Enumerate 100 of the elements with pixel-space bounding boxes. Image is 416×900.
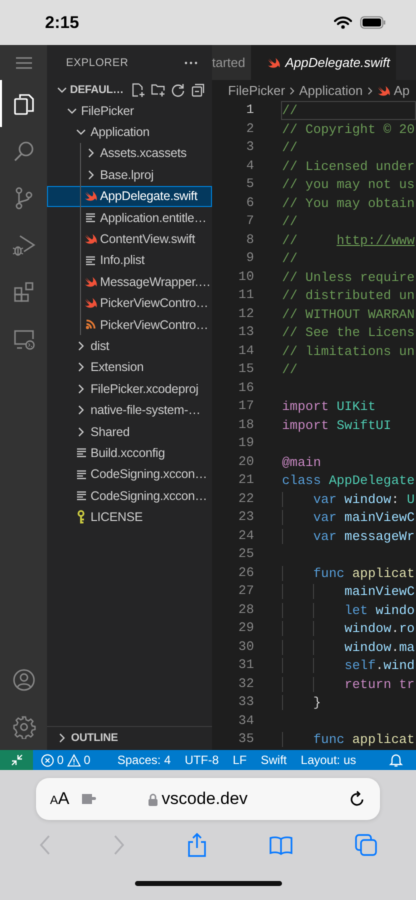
folder-item[interactable]: FilePicker.xcodeproj bbox=[47, 378, 212, 400]
folder-item[interactable]: Application bbox=[47, 121, 212, 143]
status-item[interactable]: LF bbox=[230, 753, 249, 767]
folder-item[interactable]: Base.lproj bbox=[47, 164, 212, 186]
file-item[interactable]: AppDelegate.swift bbox=[47, 186, 212, 207]
text-size-button[interactable]: AA bbox=[50, 789, 70, 809]
new-file-icon[interactable] bbox=[130, 83, 145, 97]
address-field[interactable]: vscode.dev bbox=[97, 789, 298, 809]
tabs-icon[interactable] bbox=[355, 834, 377, 856]
code-line: // WITHOUT WARRAN bbox=[281, 306, 416, 323]
file-item[interactable]: Build.xcconfig bbox=[47, 442, 212, 464]
line-number: 11 bbox=[237, 286, 254, 304]
status-item[interactable]: UTF-8 bbox=[182, 753, 221, 767]
refresh-icon[interactable] bbox=[170, 83, 185, 97]
folder-item[interactable]: FilePicker bbox=[47, 100, 212, 122]
search-icon[interactable] bbox=[12, 138, 36, 162]
problems-button[interactable]: 0 0 bbox=[38, 753, 94, 767]
code-line: import SwiftUI bbox=[281, 416, 392, 434]
code-line: func applicat bbox=[281, 564, 416, 582]
file-item[interactable]: CodeSigning.xccon… bbox=[47, 485, 212, 506]
remote-button[interactable] bbox=[0, 750, 33, 770]
code-line: // you may not us bbox=[281, 176, 416, 194]
file-item[interactable]: PickerViewContro… bbox=[47, 292, 212, 314]
code-line: import UIKit bbox=[281, 398, 377, 416]
code-line: var mainViewC bbox=[281, 508, 416, 526]
file-item[interactable]: Info.plist bbox=[47, 250, 212, 272]
code-line: // Licensed under bbox=[281, 158, 416, 175]
swift-file-icon bbox=[84, 233, 97, 246]
line-number: 20 bbox=[237, 452, 254, 470]
code-line: // bbox=[281, 139, 299, 156]
code-line: mainViewC bbox=[281, 582, 416, 600]
collapse-all-icon[interactable] bbox=[190, 83, 205, 97]
editor-tab[interactable]: AppDelegate.swift bbox=[251, 45, 396, 80]
file-item[interactable]: PickerViewContro… bbox=[47, 314, 212, 336]
text-file-icon bbox=[76, 447, 86, 458]
line-number: 2 bbox=[245, 120, 254, 138]
code-line: @main bbox=[281, 454, 322, 471]
editor-tab[interactable]: tarted bbox=[212, 45, 252, 80]
breadcrumb-item[interactable]: Application bbox=[299, 83, 363, 98]
line-number: 10 bbox=[237, 268, 254, 286]
breadcrumb-item[interactable]: FilePicker bbox=[228, 83, 286, 98]
line-number: 8 bbox=[245, 230, 254, 248]
code-line: let windo bbox=[281, 600, 416, 619]
line-number: 16 bbox=[237, 378, 254, 396]
account-icon[interactable] bbox=[12, 668, 36, 692]
folder-item[interactable]: Shared bbox=[47, 420, 212, 442]
line-number: 29 bbox=[237, 619, 254, 637]
text-file-icon bbox=[85, 254, 96, 266]
file-item[interactable]: Application.entitle… bbox=[47, 206, 212, 228]
line-number: 23 bbox=[237, 508, 254, 526]
swift-file-icon bbox=[376, 84, 390, 96]
line-number: 34 bbox=[237, 712, 254, 730]
code-line: // bbox=[281, 213, 299, 230]
reload-icon[interactable] bbox=[348, 790, 366, 808]
extensions-icon[interactable] bbox=[12, 280, 36, 304]
lock-icon bbox=[148, 792, 158, 806]
code-line: // bbox=[281, 250, 299, 268]
folder-header[interactable]: DEFAUL… bbox=[70, 84, 124, 96]
folder-item[interactable]: dist bbox=[47, 335, 212, 357]
remote-icon bbox=[10, 754, 22, 766]
new-folder-icon[interactable] bbox=[150, 83, 165, 97]
folder-item[interactable]: native-file-system-… bbox=[47, 399, 212, 421]
file-item[interactable]: ContentView.swift bbox=[47, 228, 212, 250]
line-number: 26 bbox=[237, 564, 254, 582]
file-item[interactable]: LICENSE bbox=[47, 506, 212, 528]
more-actions-icon[interactable] bbox=[184, 60, 198, 64]
line-number: 6 bbox=[245, 194, 254, 212]
code-line: window.ma bbox=[281, 638, 416, 656]
line-number: 25 bbox=[237, 545, 254, 563]
line-number: 14 bbox=[237, 342, 254, 360]
run-debug-icon[interactable] bbox=[12, 232, 36, 256]
breadcrumb-separator-icon bbox=[366, 86, 374, 96]
explorer-icon[interactable] bbox=[12, 92, 36, 116]
settings-icon[interactable] bbox=[12, 714, 36, 738]
line-number: 33 bbox=[237, 693, 254, 711]
file-item[interactable]: MessageWrapper.… bbox=[47, 271, 212, 293]
status-item[interactable]: Spaces: 4 bbox=[115, 753, 173, 767]
line-number: 31 bbox=[237, 656, 254, 674]
extension-icon[interactable] bbox=[81, 793, 98, 805]
code-line: class AppDelegate bbox=[281, 472, 416, 490]
text-file-icon bbox=[85, 212, 96, 224]
breadcrumb-separator-icon bbox=[288, 86, 296, 96]
share-icon[interactable] bbox=[187, 833, 207, 857]
key-icon bbox=[76, 510, 86, 524]
code-line: // See the Licens bbox=[281, 324, 416, 342]
notifications-icon[interactable] bbox=[389, 753, 403, 767]
file-item[interactable]: CodeSigning.xccon… bbox=[47, 464, 212, 486]
bookmarks-icon[interactable] bbox=[269, 835, 293, 855]
line-number: 3 bbox=[245, 138, 254, 156]
menu-icon[interactable] bbox=[14, 56, 32, 70]
folder-item[interactable]: Assets.xcassets bbox=[47, 142, 212, 164]
line-number: 21 bbox=[237, 471, 254, 489]
status-item[interactable]: Layout: us bbox=[298, 753, 358, 767]
line-number: 19 bbox=[237, 434, 254, 452]
code-line: } bbox=[281, 693, 416, 712]
status-item[interactable]: Swift bbox=[258, 753, 289, 767]
line-number: 28 bbox=[237, 600, 254, 618]
breadcrumb-item[interactable]: Ap bbox=[376, 83, 410, 98]
folder-item[interactable]: Extension bbox=[47, 356, 212, 378]
line-number: 17 bbox=[237, 397, 254, 415]
